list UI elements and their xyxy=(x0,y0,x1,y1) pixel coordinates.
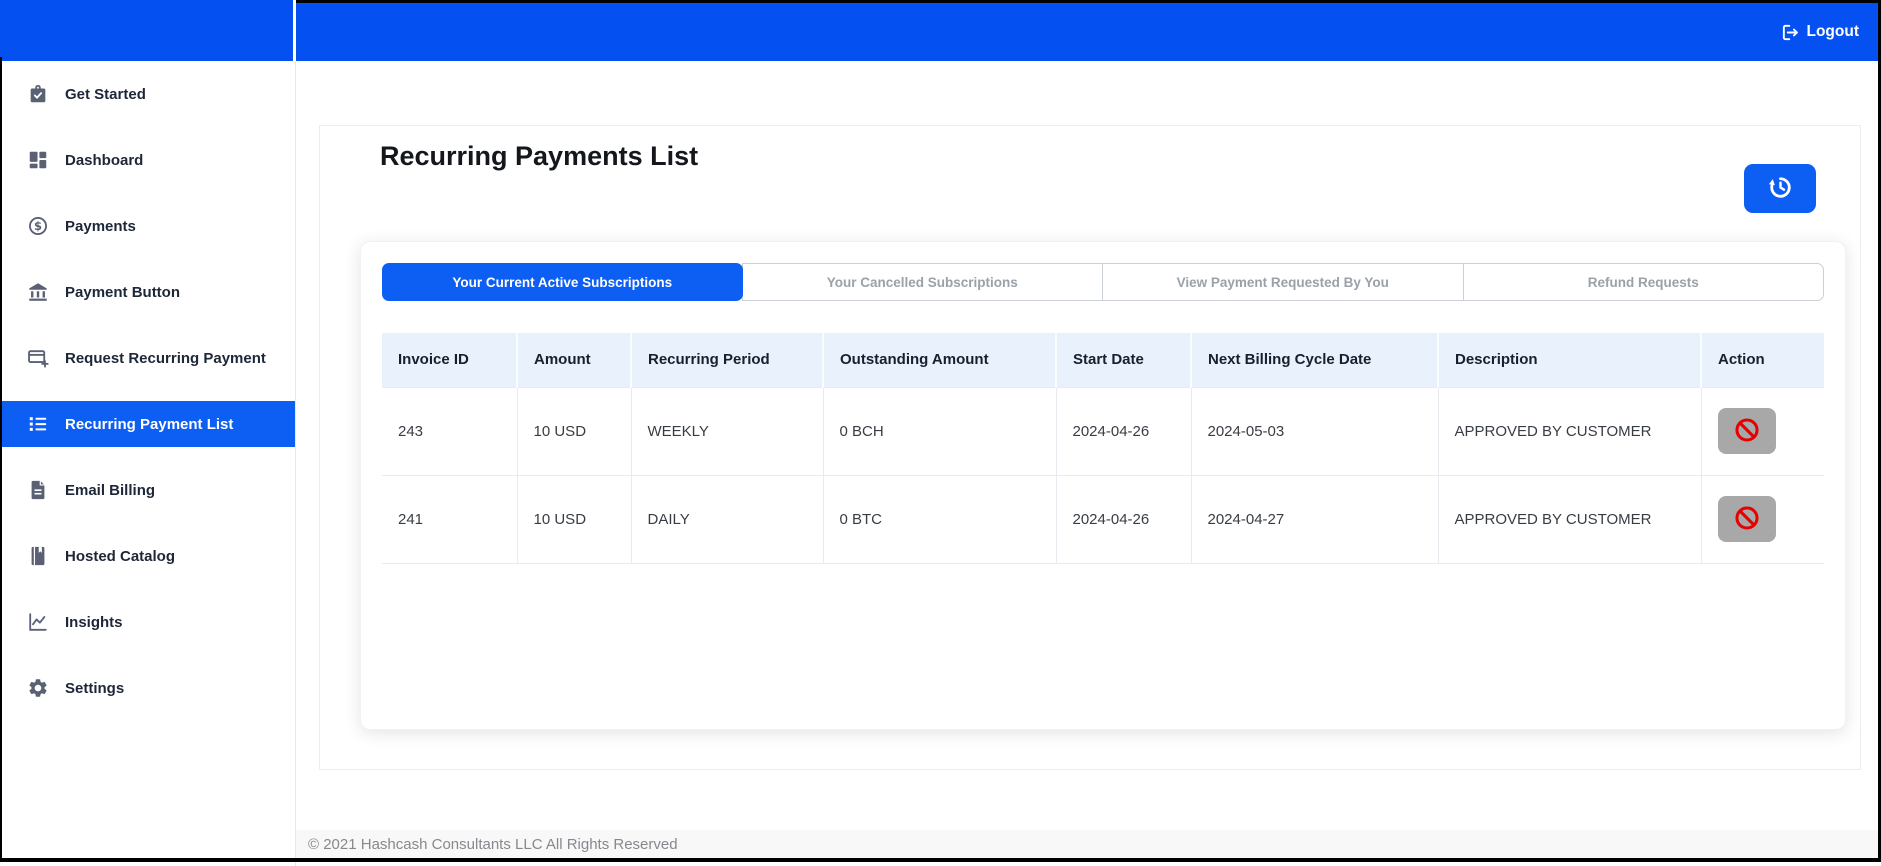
cell-amount: 10 USD xyxy=(517,386,632,476)
cell-start-date: 2024-04-26 xyxy=(1056,386,1192,476)
subscriptions-table: Invoice ID Amount Recurring Period Outst… xyxy=(382,333,1824,564)
sidebar-item-label: Email Billing xyxy=(65,481,156,499)
logout-icon xyxy=(1781,23,1800,42)
file-icon xyxy=(27,479,49,501)
column-header-start-date: Start Date xyxy=(1056,333,1192,387)
bank-icon xyxy=(27,281,49,303)
book-icon xyxy=(27,545,49,567)
list-icon xyxy=(27,413,49,435)
history-icon xyxy=(1767,174,1794,204)
card-plus-icon xyxy=(27,347,49,369)
tab-cancelled-subscriptions[interactable]: Your Cancelled Subscriptions xyxy=(741,263,1103,301)
table-row: 241 10 USD DAILY 0 BTC 2024-04-26 2024-0… xyxy=(382,475,1824,564)
cell-next-billing-cycle-date: 2024-04-27 xyxy=(1191,475,1439,564)
sidebar-item-hosted-catalog[interactable]: Hosted Catalog xyxy=(0,523,295,589)
window-border-left xyxy=(0,57,2,862)
logout-label: Logout xyxy=(1806,23,1859,40)
column-header-action: Action xyxy=(1701,333,1824,387)
cell-outstanding-amount: 0 BTC xyxy=(823,475,1057,564)
sidebar-item-label: Insights xyxy=(65,613,123,631)
content-card: Recurring Payments List Your Current Act… xyxy=(319,125,1861,770)
cell-outstanding-amount: 0 BCH xyxy=(823,386,1057,476)
sidebar-item-settings[interactable]: Settings xyxy=(0,655,295,721)
cell-amount: 10 USD xyxy=(517,475,632,564)
ban-icon xyxy=(1733,416,1761,447)
window-border-bottom xyxy=(0,858,1881,862)
copyright-text: © 2021 Hashcash Consultants LLC All Righ… xyxy=(308,835,678,853)
gear-icon xyxy=(27,677,49,699)
tab-view-payment-requested[interactable]: View Payment Requested By You xyxy=(1102,263,1464,301)
column-header-recurring-period: Recurring Period xyxy=(631,333,824,387)
column-header-next-billing-cycle-date: Next Billing Cycle Date xyxy=(1191,333,1439,387)
sidebar-item-email-billing[interactable]: Email Billing xyxy=(0,457,295,523)
sidebar-item-label: Dashboard xyxy=(65,151,144,169)
cell-recurring-period: WEEKLY xyxy=(631,386,824,476)
footer: © 2021 Hashcash Consultants LLC All Righ… xyxy=(296,830,1881,858)
briefcase-check-icon xyxy=(27,83,49,105)
top-bar: Logout xyxy=(296,0,1881,61)
cell-recurring-period: DAILY xyxy=(631,475,824,564)
refresh-button[interactable] xyxy=(1744,164,1816,213)
table-row: 243 10 USD WEEKLY 0 BCH 2024-04-26 2024-… xyxy=(382,386,1824,476)
sidebar-item-payment-button[interactable]: Payment Button xyxy=(0,259,295,325)
cell-description: APPROVED BY CUSTOMER xyxy=(1438,475,1702,564)
cell-next-billing-cycle-date: 2024-05-03 xyxy=(1191,386,1439,476)
main-area: Recurring Payments List Your Current Act… xyxy=(296,61,1881,866)
logo-area xyxy=(0,0,296,61)
cancel-subscription-button[interactable] xyxy=(1717,496,1776,542)
tabs: Your Current Active Subscriptions Your C… xyxy=(382,263,1824,301)
cell-start-date: 2024-04-26 xyxy=(1056,475,1192,564)
column-header-invoice-id: Invoice ID xyxy=(382,333,518,387)
dollar-circle-icon: $ xyxy=(27,215,49,237)
chart-line-icon xyxy=(27,611,49,633)
table-header-row: Invoice ID Amount Recurring Period Outst… xyxy=(382,333,1824,387)
sidebar-item-label: Hosted Catalog xyxy=(65,547,176,565)
cell-action xyxy=(1701,386,1824,476)
sidebar-item-label: Settings xyxy=(65,679,125,697)
sidebar: Get Started Dashboard $ Payments Payment… xyxy=(0,61,296,866)
column-header-outstanding-amount: Outstanding Amount xyxy=(823,333,1057,387)
sidebar-item-label: Request Recurring Payment xyxy=(65,349,266,367)
subscriptions-panel: Your Current Active Subscriptions Your C… xyxy=(360,241,1846,730)
page-title: Recurring Payments List xyxy=(380,141,699,171)
sidebar-item-request-recurring-payment[interactable]: Request Recurring Payment xyxy=(0,325,295,391)
sidebar-item-dashboard[interactable]: Dashboard xyxy=(0,127,295,193)
sidebar-item-payments[interactable]: $ Payments xyxy=(0,193,295,259)
sidebar-item-label: Recurring Payment List xyxy=(65,415,234,433)
cell-action xyxy=(1701,475,1824,564)
tab-refund-requests[interactable]: Refund Requests xyxy=(1462,263,1824,301)
window: Logout Get Started Dashboard $ Payments xyxy=(0,0,1881,866)
grid-icon xyxy=(27,149,49,171)
cancel-subscription-button[interactable] xyxy=(1717,408,1776,454)
column-header-amount: Amount xyxy=(517,333,632,387)
cell-description: APPROVED BY CUSTOMER xyxy=(1438,386,1702,476)
svg-text:$: $ xyxy=(34,219,42,233)
sidebar-item-label: Payment Button xyxy=(65,283,181,301)
sidebar-item-insights[interactable]: Insights xyxy=(0,589,295,655)
sidebar-item-label: Payments xyxy=(65,217,136,235)
sidebar-item-get-started[interactable]: Get Started xyxy=(0,61,295,127)
column-header-description: Description xyxy=(1438,333,1702,387)
cell-invoice-id: 243 xyxy=(382,386,518,476)
logout-button[interactable]: Logout xyxy=(1781,23,1859,42)
sidebar-item-recurring-payment-list[interactable]: Recurring Payment List xyxy=(0,401,295,447)
cell-invoice-id: 241 xyxy=(382,475,518,564)
tab-current-active-subscriptions[interactable]: Your Current Active Subscriptions xyxy=(382,263,743,301)
ban-icon xyxy=(1733,504,1761,535)
sidebar-item-label: Get Started xyxy=(65,85,146,103)
